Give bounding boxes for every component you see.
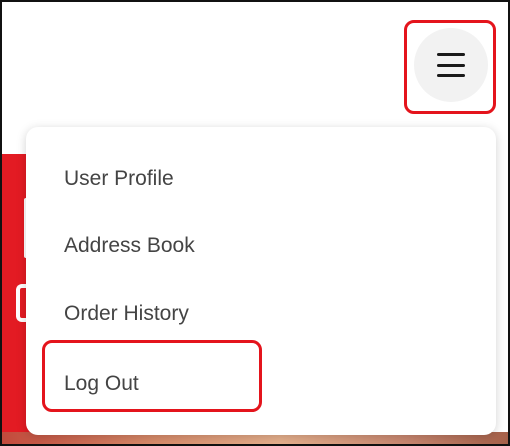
menu-item-order-history[interactable]: Order History xyxy=(64,302,189,326)
menu-item-address-book[interactable]: Address Book xyxy=(64,234,195,258)
hamburger-menu-button[interactable] xyxy=(414,28,488,102)
menu-item-user-profile[interactable]: User Profile xyxy=(64,167,174,191)
screenshot-frame: User Profile Address Book Order History … xyxy=(0,0,510,446)
account-dropdown-menu: User Profile Address Book Order History … xyxy=(26,127,496,435)
hamburger-menu-icon xyxy=(437,53,465,77)
menu-item-log-out[interactable]: Log Out xyxy=(64,372,139,396)
